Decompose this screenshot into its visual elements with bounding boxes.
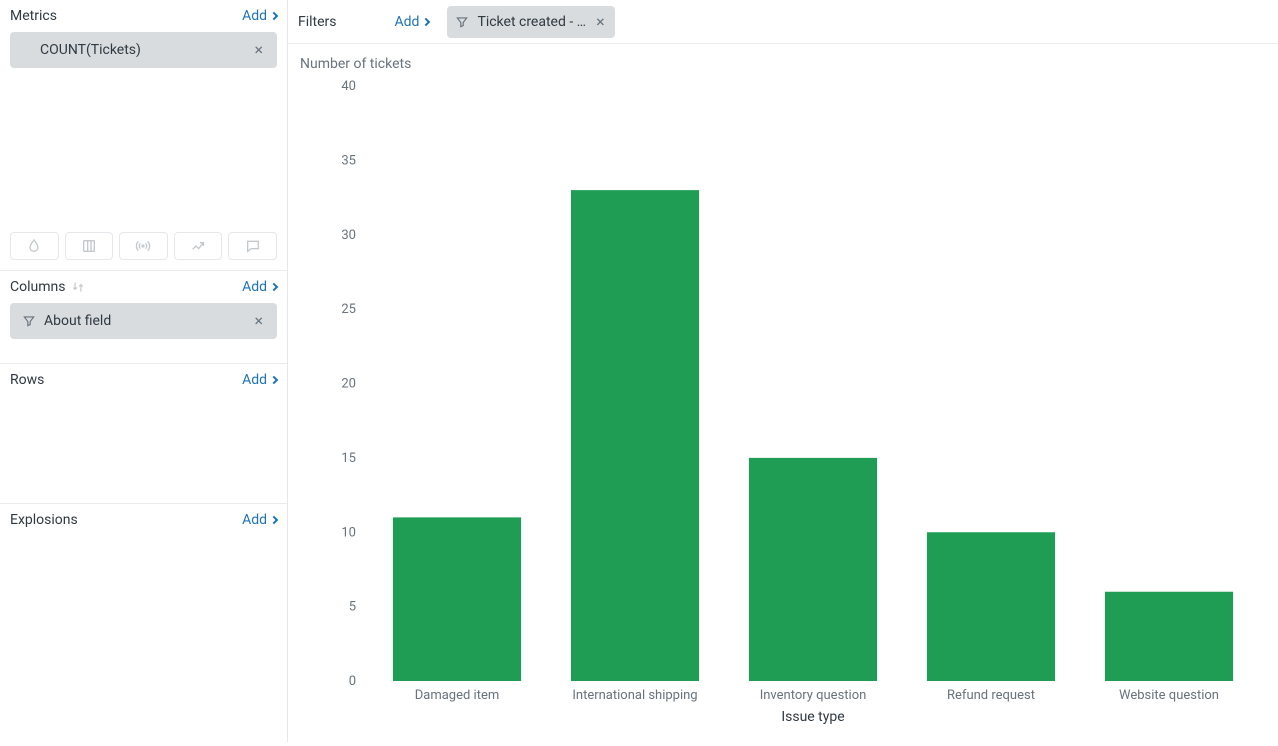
explosions-add-button[interactable]: Add (242, 512, 277, 528)
chevron-right-icon (270, 283, 278, 291)
columns-add-button[interactable]: Add (242, 279, 277, 295)
tab-signal-icon[interactable] (119, 232, 168, 260)
bar[interactable] (571, 190, 699, 681)
chevron-right-icon (422, 17, 430, 25)
x-tick-label: International shipping (572, 688, 697, 703)
chart-area: Number of tickets 0 5 10 15 20 25 30 35 40 Damage… (288, 44, 1278, 746)
rows-panel: Rows Add (0, 364, 287, 504)
bar-chart: 0 5 10 15 20 25 30 35 40 Damaged item Internationa… (298, 76, 1268, 736)
svg-text:15: 15 (341, 451, 356, 466)
column-chip-label: About field (44, 313, 111, 329)
svg-text:25: 25 (341, 302, 356, 317)
metric-tab-shortcuts (0, 232, 287, 270)
svg-text:35: 35 (341, 153, 356, 168)
filter-icon (22, 314, 36, 328)
chevron-right-icon (270, 516, 278, 524)
tab-columns-icon[interactable] (65, 232, 114, 260)
columns-panel: Columns Add About field × (0, 271, 287, 364)
x-tick-label: Inventory question (760, 688, 867, 703)
rows-title: Rows (10, 372, 44, 388)
svg-text:40: 40 (341, 79, 356, 94)
svg-text:30: 30 (341, 228, 356, 243)
metrics-panel: Metrics Add COUNT(Tickets) × (0, 0, 287, 271)
explosions-panel: Explosions Add (0, 504, 287, 604)
explosions-title: Explosions (10, 512, 78, 528)
columns-title: Columns (10, 279, 65, 295)
metrics-add-button[interactable]: Add (242, 8, 277, 24)
bar[interactable] (927, 532, 1055, 681)
metric-chip-remove[interactable]: × (250, 40, 267, 60)
filters-title: Filters (298, 14, 377, 30)
column-chip[interactable]: About field × (10, 303, 277, 339)
chart-y-title: Number of tickets (300, 56, 1268, 72)
filter-chip[interactable]: Ticket created - … × (447, 6, 614, 38)
sidebar: Metrics Add COUNT(Tickets) × (0, 0, 288, 742)
metric-chip[interactable]: COUNT(Tickets) × (10, 32, 277, 68)
column-chip-remove[interactable]: × (250, 311, 267, 331)
svg-text:10: 10 (341, 525, 356, 540)
chevron-right-icon (270, 376, 278, 384)
chevron-right-icon (270, 12, 278, 20)
filters-add-button[interactable]: Add (395, 14, 430, 30)
metric-chip-label: COUNT(Tickets) (40, 42, 141, 58)
tab-drop-icon[interactable] (10, 232, 59, 260)
tab-chat-icon[interactable] (228, 232, 277, 260)
chart-x-title: Issue type (781, 709, 844, 725)
svg-text:0: 0 (349, 674, 356, 689)
swap-icon[interactable] (71, 280, 85, 294)
filter-chip-remove[interactable]: × (594, 12, 607, 31)
svg-text:20: 20 (341, 377, 356, 392)
bar[interactable] (749, 458, 877, 681)
filter-icon (455, 15, 469, 29)
x-tick-label: Refund request (947, 688, 1035, 703)
filters-bar: Filters Add Ticket created - … × (288, 0, 1278, 44)
main-area: Filters Add Ticket created - … × Number … (288, 0, 1278, 742)
svg-text:5: 5 (349, 600, 356, 615)
rows-add-button[interactable]: Add (242, 372, 277, 388)
tab-trend-icon[interactable] (174, 232, 223, 260)
x-tick-label: Website question (1119, 688, 1219, 703)
bar[interactable] (393, 517, 521, 681)
filter-chip-label: Ticket created - … (477, 14, 586, 30)
x-tick-label: Damaged item (415, 688, 500, 703)
bar[interactable] (1105, 592, 1233, 681)
metrics-title: Metrics (10, 8, 57, 24)
